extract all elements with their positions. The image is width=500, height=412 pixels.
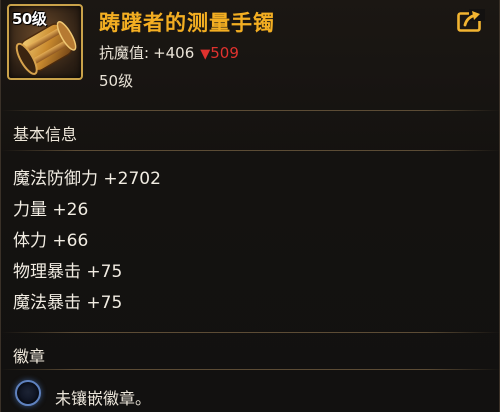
emblem-divider-bottom xyxy=(1,369,500,370)
share-export-icon xyxy=(457,9,485,32)
resistance-label: 抗魔值: xyxy=(99,44,150,62)
empty-emblem-slot-icon[interactable] xyxy=(15,380,41,406)
header-divider xyxy=(1,110,500,111)
attribute-list: 魔法防御力 +2702 力量 +26 体力 +66 物理暴击 +75 魔法暴击 … xyxy=(13,164,161,319)
attribute-row: 体力 +66 xyxy=(13,231,89,251)
attribute-row: 物理暴击 +75 xyxy=(13,262,123,282)
required-level: 50级 xyxy=(99,72,134,90)
down-arrow-icon: ▼ xyxy=(200,47,211,62)
resistance-value: +406 xyxy=(153,44,195,62)
bracer-icon[interactable]: 50级 xyxy=(7,4,83,80)
item-tooltip: 50级 踌躇者的测量手镯 抗魔值: +406 ▼509 50级 基本信息 魔法防御力… xyxy=(0,0,500,412)
item-level-badge: 50级 xyxy=(12,10,47,28)
resistance-row: 抗魔值: +406 ▼509 xyxy=(99,42,239,63)
resistance-diff-value: 509 xyxy=(210,44,239,62)
emblem-divider-top xyxy=(1,332,500,333)
emblem-empty-text: 未镶嵌徽章。 xyxy=(55,389,152,408)
attribute-row: 魔法防御力 +2702 xyxy=(13,169,161,189)
attribute-row: 力量 +26 xyxy=(13,200,89,220)
share-button[interactable] xyxy=(457,9,485,33)
basic-info-divider xyxy=(1,150,500,151)
basic-info-heading: 基本信息 xyxy=(13,125,78,144)
tooltip-header: 50级 踌躇者的测量手镯 抗魔值: +406 ▼509 50级 xyxy=(1,0,500,108)
attribute-row: 魔法暴击 +75 xyxy=(13,293,123,313)
emblem-heading: 徽章 xyxy=(13,347,46,366)
item-name: 踌躇者的测量手镯 xyxy=(99,11,275,35)
resistance-diff: ▼509 xyxy=(200,44,239,62)
